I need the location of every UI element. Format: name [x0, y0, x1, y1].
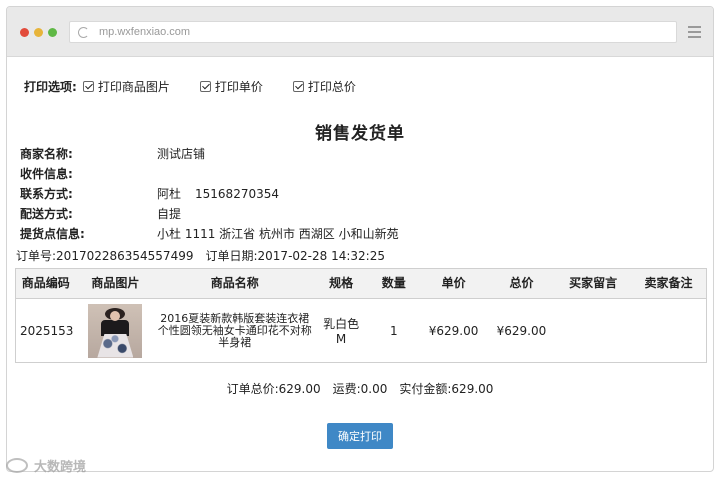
option-print-image-label: 打印商品图片 — [97, 80, 170, 94]
order-total-value: 629.00 — [278, 382, 321, 396]
table-header-row: 商品编码 商品图片 商品名称 规格 数量 单价 总价 买家留言 卖家备注 — [15, 268, 707, 299]
contact-label: 联系方式: — [20, 186, 73, 201]
watermark-logo-icon — [6, 458, 28, 473]
col-header-image: 商品图片 — [75, 268, 156, 299]
reload-icon[interactable] — [78, 26, 89, 38]
pickup-value: 小杜 1111 浙江省 杭州市 西湖区 小和山新苑 — [157, 226, 399, 241]
info-row-contact: 联系方式: 阿杜 15168270354 — [20, 183, 399, 203]
col-header-name: 商品名称 — [155, 268, 315, 299]
address-bar[interactable]: mp.wxfenxiao.com — [69, 21, 677, 43]
contact-phone: 15168270354 — [195, 186, 279, 201]
info-row-pickup: 提货点信息: 小杜 1111 浙江省 杭州市 西湖区 小和山新苑 — [20, 223, 399, 243]
close-window-icon[interactable] — [20, 28, 29, 37]
product-thumbnail — [88, 303, 143, 358]
pickup-label: 提货点信息: — [20, 226, 85, 241]
col-header-code: 商品编码 — [15, 268, 76, 299]
merchant-name-label: 商家名称: — [20, 146, 73, 161]
cell-total: ¥629.00 — [496, 323, 547, 338]
order-total-label: 订单总价: — [226, 382, 279, 396]
option-print-total-price[interactable]: 打印总价 — [292, 78, 356, 95]
col-header-seller-note: 卖家备注 — [630, 268, 707, 299]
order-date-label: 订单日期: — [205, 249, 258, 263]
cell-seller-note — [631, 299, 707, 363]
checkbox-print-total-price[interactable] — [292, 81, 304, 92]
url-text: mp.wxfenxiao.com — [99, 26, 191, 38]
col-header-spec: 规格 — [314, 268, 368, 299]
option-print-unit-price[interactable]: 打印单价 — [199, 78, 263, 95]
order-date: 2017-02-28 14:32:25 — [257, 249, 385, 263]
merchant-name-value: 测试店铺 — [157, 146, 206, 161]
order-totals: 订单总价:629.00 运费:0.00 实付金额:629.00 — [7, 380, 713, 397]
col-header-unit-price: 单价 — [419, 268, 488, 299]
col-header-buyer-note: 买家留言 — [555, 268, 631, 299]
paid-label: 实付金额: — [399, 382, 452, 396]
order-no-label: 订单号: — [16, 249, 57, 263]
browser-window: mp.wxfenxiao.com 打印选项: 打印商品图片 打印单价 打印总价 … — [6, 6, 714, 472]
cell-image — [75, 299, 155, 363]
order-no: 201702286354557499 — [56, 249, 194, 263]
delivery-label: 配送方式: — [20, 206, 73, 221]
option-print-total-price-label: 打印总价 — [307, 80, 356, 94]
shipping-label: 运费: — [332, 382, 361, 396]
info-row-delivery: 配送方式: 自提 — [20, 203, 399, 223]
col-header-total: 总价 — [487, 268, 556, 299]
cell-buyer-note — [555, 299, 631, 363]
paid-value: 629.00 — [451, 382, 494, 396]
option-print-image[interactable]: 打印商品图片 — [82, 78, 170, 95]
table-row: 2025153 2016夏装新款韩版套装连衣裙个性圆领无袖女卡通印花不对称半身裙… — [16, 299, 707, 363]
info-row-recipient: 收件信息: — [20, 163, 399, 183]
contact-name: 阿杜 — [157, 186, 182, 201]
cell-qty: 1 — [389, 323, 398, 338]
cell-code: 2025153 — [20, 323, 74, 338]
delivery-value: 自提 — [157, 206, 182, 221]
order-items-table: 商品编码 商品图片 商品名称 规格 数量 单价 总价 买家留言 卖家备注 202… — [15, 268, 707, 363]
option-print-unit-price-label: 打印单价 — [214, 80, 263, 94]
checkbox-print-unit-price[interactable] — [199, 81, 211, 92]
recipient-label: 收件信息: — [20, 166, 73, 181]
info-row-merchant: 商家名称: 测试店铺 — [20, 143, 399, 163]
minimize-window-icon[interactable] — [34, 28, 43, 37]
browser-toolbar: mp.wxfenxiao.com — [7, 7, 713, 57]
cell-spec: 乳白色 M — [323, 317, 360, 346]
confirm-print-button[interactable]: 确定打印 — [327, 423, 393, 449]
shipping-value: 0.00 — [360, 382, 388, 396]
document-title: 销售发货单 — [315, 124, 405, 144]
cell-unit-price: ¥629.00 — [428, 323, 479, 338]
print-options: 打印选项: 打印商品图片 打印单价 打印总价 — [24, 78, 386, 95]
checkbox-print-image[interactable] — [82, 81, 94, 92]
maximize-window-icon[interactable] — [48, 28, 57, 37]
cell-product-name: 2016夏装新款韩版套装连衣裙个性圆领无袖女卡通印花不对称半身裙 — [157, 311, 312, 349]
hamburger-menu-icon[interactable] — [688, 26, 701, 41]
order-meta: 订单号:201702286354557499 订单日期:2017-02-28 14… — [16, 247, 385, 264]
merchant-info: 商家名称: 测试店铺 收件信息: 联系方式: 阿杜 15168270354 配送方… — [20, 143, 399, 243]
print-options-title: 打印选项: — [24, 80, 77, 94]
col-header-qty: 数量 — [367, 268, 420, 299]
watermark: 大数跨境 — [6, 456, 86, 475]
watermark-text: 大数跨境 — [34, 460, 87, 475]
